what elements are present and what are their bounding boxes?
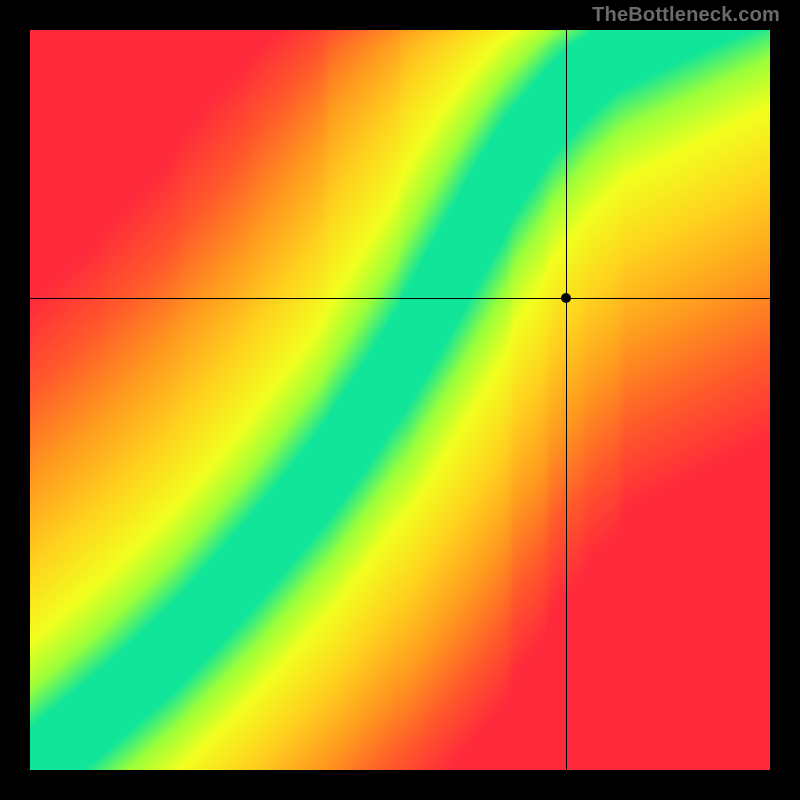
heatmap-canvas bbox=[30, 30, 770, 770]
crosshair-vertical bbox=[566, 30, 567, 770]
chart-container: TheBottleneck.com bbox=[0, 0, 800, 800]
watermark-text: TheBottleneck.com bbox=[592, 4, 780, 27]
crosshair-horizontal bbox=[30, 298, 770, 299]
marker-dot bbox=[561, 293, 571, 303]
